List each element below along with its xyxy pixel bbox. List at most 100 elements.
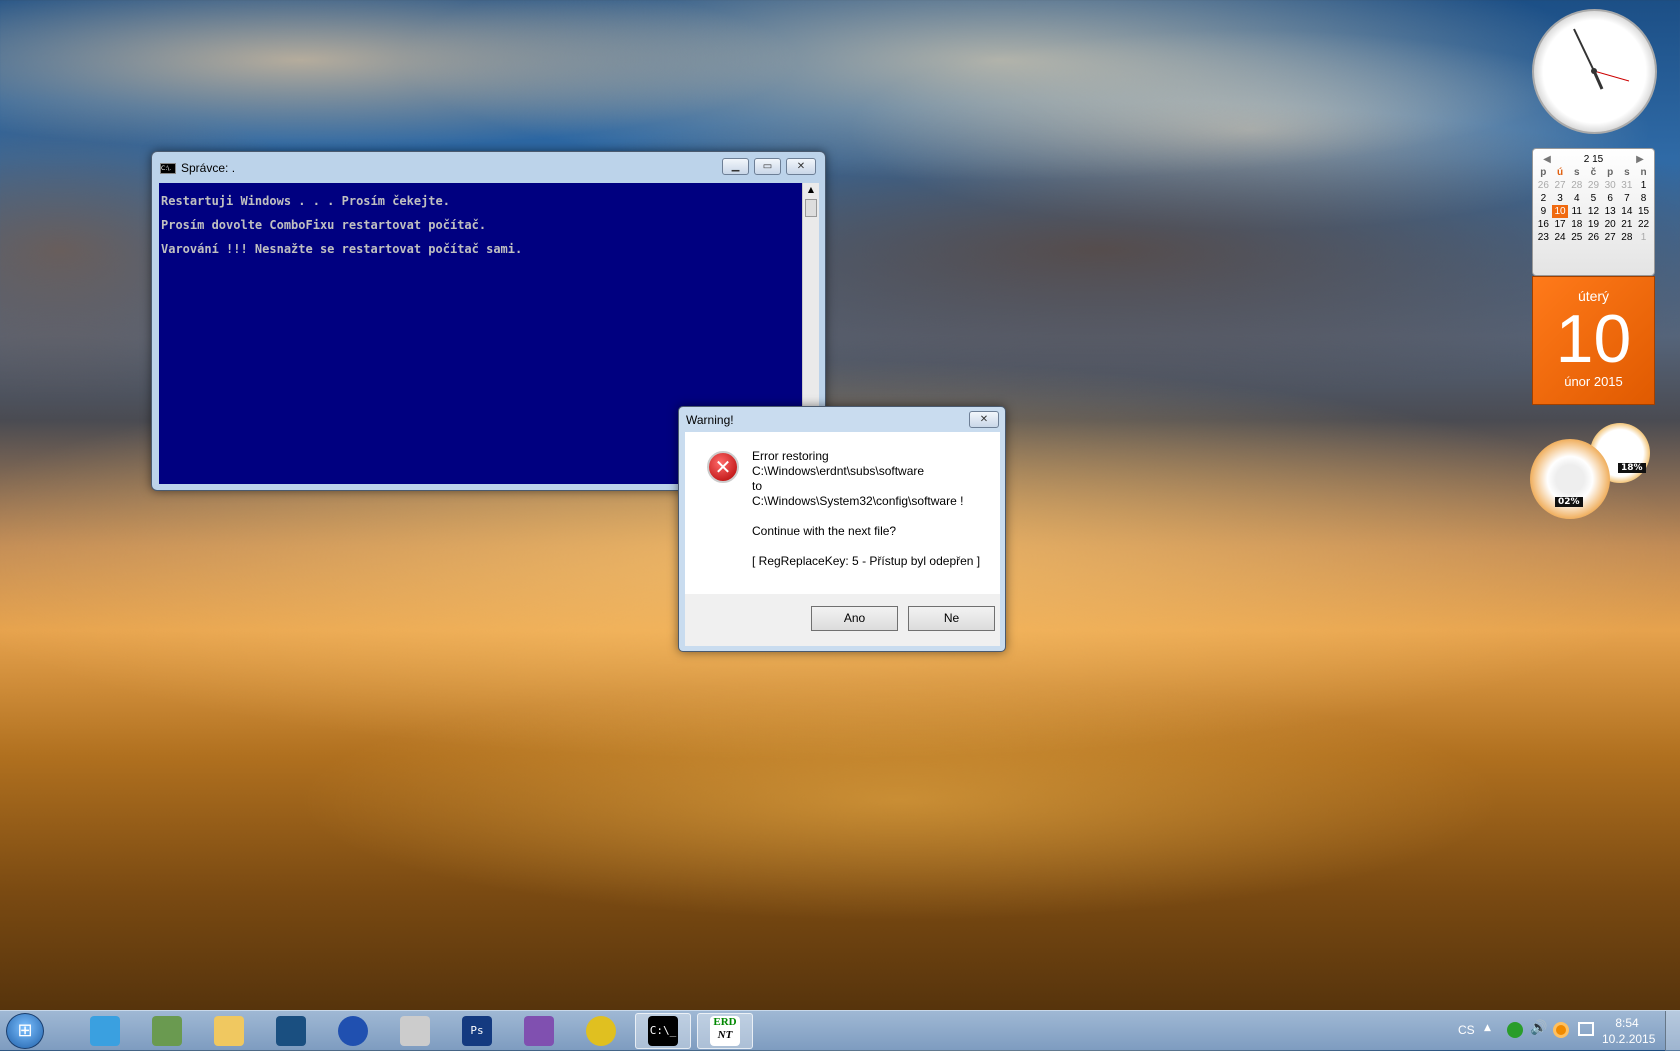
weekday-header: č bbox=[1590, 167, 1597, 178]
network-icon[interactable] bbox=[1578, 1022, 1594, 1036]
next-month-icon[interactable]: ▶ bbox=[1632, 153, 1648, 166]
calendar-day[interactable]: 28 bbox=[1569, 179, 1585, 192]
photo-tool-icon bbox=[400, 1016, 430, 1046]
calendar-day[interactable]: 3 bbox=[1552, 192, 1568, 205]
calendar-week: 9 10 11 12 13 14 15 bbox=[1533, 205, 1654, 218]
dialog-close-button[interactable]: ✕ bbox=[969, 411, 999, 428]
erd-label: ERD bbox=[713, 1016, 737, 1028]
google-earth-icon bbox=[338, 1016, 368, 1046]
taskbar-button-cmd[interactable]: C:\_ bbox=[635, 1013, 691, 1049]
calendar-day[interactable]: 6 bbox=[1602, 192, 1618, 205]
taskbar-button-visual-studio[interactable] bbox=[511, 1013, 567, 1049]
calendar-week: 26 27 28 29 30 31 1 bbox=[1533, 179, 1654, 192]
warning-dialog[interactable]: Warning! ✕ ✕ Error restoring C:\Windows\… bbox=[678, 406, 1006, 652]
calendar-week: 16 17 18 19 20 21 22 bbox=[1533, 218, 1654, 231]
calendar-day[interactable]: 9 bbox=[1535, 205, 1551, 218]
clock-gadget[interactable] bbox=[1532, 9, 1657, 134]
calendar-day[interactable]: 23 bbox=[1535, 231, 1551, 244]
message-line: Continue with the next file? bbox=[752, 524, 897, 538]
scroll-thumb[interactable] bbox=[805, 199, 817, 217]
calendar-day[interactable]: 10 bbox=[1552, 205, 1569, 218]
month-year: únor 2015 bbox=[1564, 374, 1623, 389]
message-line: to bbox=[752, 479, 763, 493]
calendar-gadget[interactable]: ◀ 2 15 ▶ púsčpsn 26 27 28 29 30 31 1 2 3 4 5 6 7 8 9 10 11… bbox=[1532, 148, 1655, 405]
calendar-day[interactable]: 27 bbox=[1602, 231, 1618, 244]
calendar-day[interactable]: 19 bbox=[1585, 218, 1601, 231]
calendar-day[interactable]: 28 bbox=[1619, 231, 1635, 244]
calendar-day[interactable]: 8 bbox=[1636, 192, 1652, 205]
date: 10.2.2015 bbox=[1602, 1032, 1656, 1046]
cpu-usage: 02% bbox=[1555, 497, 1583, 507]
message-line: C:\Windows\System32\config\software ! bbox=[752, 494, 964, 508]
taskbar-button-openoffice[interactable] bbox=[263, 1013, 319, 1049]
calendar-day[interactable]: 29 bbox=[1585, 179, 1601, 192]
weekday-header: p bbox=[1607, 167, 1614, 178]
dialog-message: Error restoring C:\Windows\erdnt\subs\so… bbox=[752, 449, 980, 569]
console-line: Varování !!! Nesnažte se restartovat poč… bbox=[161, 242, 523, 256]
error-icon: ✕ bbox=[707, 451, 739, 483]
power-icon[interactable] bbox=[1507, 1022, 1523, 1038]
calendar-day[interactable]: 26 bbox=[1585, 231, 1601, 244]
calendar-day[interactable]: 12 bbox=[1585, 205, 1601, 218]
weekday-header: s bbox=[1573, 167, 1580, 178]
message-line: [ RegReplaceKey: 5 - Přístup byl odepřen… bbox=[752, 554, 981, 568]
calendar-day[interactable]: 14 bbox=[1619, 205, 1635, 218]
calendar-day[interactable]: 7 bbox=[1619, 192, 1635, 205]
close-button[interactable]: ✕ bbox=[786, 158, 816, 175]
weekday-header: s bbox=[1624, 167, 1630, 178]
calendar-day[interactable]: 15 bbox=[1636, 205, 1652, 218]
taskbar-button-chrome[interactable] bbox=[573, 1013, 629, 1049]
calendar-day[interactable]: 30 bbox=[1602, 179, 1618, 192]
show-hidden-icons-icon[interactable]: ▲ bbox=[1484, 1023, 1491, 1033]
taskbar-button-erd-nt[interactable]: ERD NT bbox=[697, 1013, 753, 1049]
calendar-day[interactable]: 2 bbox=[1535, 192, 1551, 205]
calendar-day[interactable]: 18 bbox=[1569, 218, 1585, 231]
window-title: Správce: . bbox=[181, 161, 236, 175]
clock-hands bbox=[1573, 28, 1630, 90]
calendar-day[interactable]: 5 bbox=[1585, 192, 1601, 205]
calendar-day[interactable]: 27 bbox=[1552, 179, 1568, 192]
no-button[interactable]: Ne bbox=[908, 606, 995, 631]
calendar-day[interactable]: 25 bbox=[1569, 231, 1585, 244]
calendar-day[interactable]: 21 bbox=[1619, 218, 1635, 231]
show-desktop-button[interactable] bbox=[1665, 1011, 1680, 1051]
weekday-header: n bbox=[1640, 167, 1647, 178]
dialog-title: Warning! bbox=[686, 413, 734, 427]
taskbar: ⊞ Ps C:\_ ERD NT CS ▲ 🔊 8:54 10.2.2015 bbox=[0, 1010, 1680, 1051]
language-indicator[interactable]: CS bbox=[1458, 1023, 1475, 1037]
calendar-day[interactable]: 1 bbox=[1636, 179, 1652, 192]
calendar-day[interactable]: 11 bbox=[1569, 205, 1585, 218]
start-button[interactable]: ⊞ bbox=[6, 1013, 44, 1049]
taskbar-button-photoshop[interactable]: Ps bbox=[449, 1013, 505, 1049]
calendar-day[interactable]: 31 bbox=[1619, 179, 1635, 192]
calendar-week: 2345678 bbox=[1533, 192, 1654, 205]
calendar-day[interactable]: 1 bbox=[1636, 231, 1652, 244]
cpu-meter-gadget[interactable]: 02% 18% bbox=[1530, 423, 1655, 519]
windows-live-icon bbox=[90, 1016, 120, 1046]
calendar-day[interactable]: 4 bbox=[1569, 192, 1585, 205]
clock[interactable]: 8:54 10.2.2015 bbox=[1602, 1015, 1656, 1047]
calendar-day[interactable]: 17 bbox=[1552, 218, 1568, 231]
yes-button[interactable]: Ano bbox=[811, 606, 898, 631]
message-line: Error restoring bbox=[752, 449, 829, 463]
taskbar-button-windows-live[interactable] bbox=[77, 1013, 133, 1049]
calendar-day[interactable]: 20 bbox=[1602, 218, 1618, 231]
calendar-day[interactable]: 16 bbox=[1535, 218, 1551, 231]
big-day: 10 bbox=[1555, 301, 1632, 377]
calendar-day[interactable]: 24 bbox=[1552, 231, 1568, 244]
calendar-day[interactable]: 26 bbox=[1535, 179, 1551, 192]
calendar-day[interactable]: 22 bbox=[1636, 218, 1652, 231]
calendar-day[interactable]: 13 bbox=[1602, 205, 1618, 218]
prev-month-icon[interactable]: ◀ bbox=[1539, 153, 1555, 166]
minimize-button[interactable]: ▁ bbox=[722, 158, 749, 175]
console-line: Prosím dovolte ComboFixu restartovat poč… bbox=[161, 218, 487, 232]
weekday-header: p bbox=[1540, 167, 1547, 178]
explorer-icon bbox=[214, 1016, 244, 1046]
taskbar-button-explorer[interactable] bbox=[201, 1013, 257, 1049]
taskbar-button-google-earth[interactable] bbox=[325, 1013, 381, 1049]
taskbar-button-photo-gallery[interactable] bbox=[139, 1013, 195, 1049]
avast-icon[interactable] bbox=[1553, 1022, 1569, 1038]
taskbar-button-photo-tool[interactable] bbox=[387, 1013, 443, 1049]
maximize-button[interactable]: ▭ bbox=[754, 158, 781, 175]
volume-icon[interactable]: 🔊 bbox=[1530, 1020, 1547, 1036]
